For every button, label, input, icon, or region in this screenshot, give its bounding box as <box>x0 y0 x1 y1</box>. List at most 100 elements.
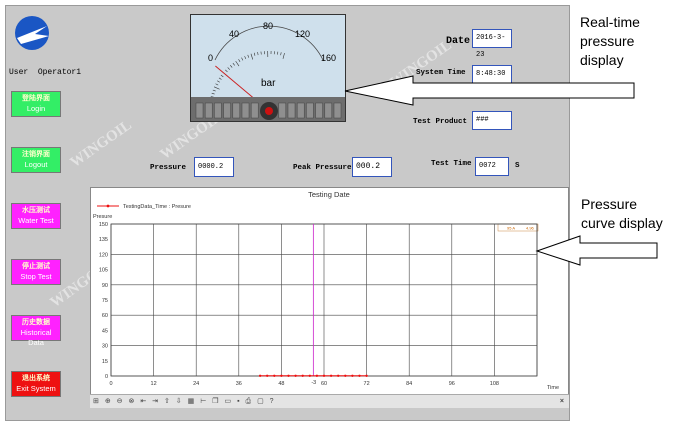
gauge-tick <box>225 69 228 73</box>
chart-readout-value: 4.96 <box>526 226 535 231</box>
y-tick-label: 90 <box>102 283 108 289</box>
gauge-tick <box>211 92 215 95</box>
data-point <box>351 374 354 377</box>
open-icon[interactable]: ▭ <box>225 397 232 405</box>
x-tick-label: 96 <box>449 381 455 387</box>
gauge-tick <box>218 77 222 80</box>
y-tick-label: 105 <box>99 268 108 274</box>
test-product-field[interactable]: ### <box>472 111 512 130</box>
test-time-unit: S <box>515 162 520 170</box>
system-time-label: System Time <box>416 69 466 77</box>
gauge-slot <box>296 102 305 119</box>
marker-icon[interactable]: ⇩ <box>176 397 182 405</box>
pressure-field: 0000.2 <box>194 157 234 177</box>
wingoil-logo-icon <box>15 16 49 50</box>
pan-left-icon[interactable]: ⇤ <box>140 397 146 405</box>
x-tick-label: 24 <box>193 381 199 387</box>
gauge-slot <box>306 102 314 119</box>
gauge-slot <box>232 102 241 119</box>
data-point <box>287 374 290 377</box>
annotation-realtime: Real-time pressure display <box>580 13 640 70</box>
axis-icon[interactable]: ⊢ <box>200 397 206 405</box>
zoom-reset-icon[interactable]: ⊗ <box>128 397 134 405</box>
zoom-fit-icon[interactable]: ⊞ <box>93 397 99 405</box>
chart-toolbar: ⊞ ⊕ ⊖ ⊗ ⇤ ⇥ ⇧ ⇩ ▦ ⊢ ❐ ▭ ▪ ⎙ ▢ ? × <box>90 394 569 408</box>
pressure-gauge: 0 40 80 120 160 bar <box>190 14 346 122</box>
data-point <box>337 374 340 377</box>
data-point <box>266 374 269 377</box>
data-point <box>344 374 347 377</box>
gauge-tick <box>241 57 244 61</box>
gauge-tick-label: 160 <box>321 53 336 63</box>
gauge-tick <box>220 74 224 78</box>
gauge-slot <box>315 102 323 119</box>
login-button[interactable]: 登陆界面 Login <box>11 91 61 117</box>
data-point <box>365 374 368 377</box>
close-icon[interactable]: × <box>560 398 564 405</box>
stop-test-button[interactable]: 停止测试 Stop Test <box>11 259 61 285</box>
gauge-slot <box>195 102 204 119</box>
user-info: User Operator1 <box>9 68 81 77</box>
x-tick-label: 36 <box>236 381 242 387</box>
y-tick-label: 150 <box>99 222 108 228</box>
data-point <box>273 374 276 377</box>
gauge-tick <box>215 83 219 86</box>
x-tick-label: 72 <box>364 381 370 387</box>
gauge-tick <box>282 52 285 59</box>
gauge-tick <box>244 56 247 60</box>
gauge-slot <box>324 102 333 119</box>
gauge-tick <box>247 54 250 58</box>
copy-icon[interactable]: ❐ <box>212 397 218 405</box>
gauge-tick <box>212 89 216 92</box>
peak-pressure-label: Peak Pressure <box>293 164 352 172</box>
date-label: Date <box>446 36 471 47</box>
logout-button[interactable]: 注销界面 Logout <box>11 147 61 173</box>
y-tick-label: 0 <box>105 374 108 380</box>
gauge-tick <box>213 86 220 90</box>
chart-canvas: Testing Date TestingData_Time : Presure … <box>93 190 559 391</box>
table-icon[interactable]: ▦ <box>188 397 195 405</box>
gauge-tick-label: 0 <box>208 53 213 63</box>
data-point <box>301 374 304 377</box>
water-test-button[interactable]: 水压测试 Water Test <box>11 203 61 229</box>
data-point <box>315 374 319 377</box>
gauge-tick <box>230 65 233 68</box>
main-panel: WINGOIL WINGOIL WINGOIL WINGOIL WINGOIL … <box>5 5 570 421</box>
pan-right-icon[interactable]: ⇥ <box>152 397 158 405</box>
print-icon[interactable]: ⎙ <box>246 398 252 406</box>
save-icon[interactable]: ▪ <box>237 398 239 405</box>
chart-legend: TestingData_Time : Presure <box>123 204 191 210</box>
cursor-icon[interactable]: ⇧ <box>164 397 170 405</box>
test-product-label: Test Product <box>413 118 468 126</box>
y-tick-label: 45 <box>102 328 108 334</box>
x-tick-label: 108 <box>490 381 499 387</box>
gauge-tick <box>257 52 259 56</box>
gauge-tick <box>250 53 254 60</box>
gauge-tick <box>217 80 220 83</box>
zoom-in-icon[interactable]: ⊕ <box>105 397 111 405</box>
data-point <box>322 374 326 377</box>
gauge-slot <box>223 102 231 119</box>
gauge-tick-label: 40 <box>229 29 239 39</box>
gauge-slot <box>278 102 287 119</box>
exit-system-button[interactable]: 退出系统 Exit System <box>11 371 61 397</box>
chart-readout-label: 95 A <box>507 226 515 231</box>
zoom-out-icon[interactable]: ⊖ <box>117 397 123 405</box>
gauge-tick <box>235 60 240 67</box>
help-icon[interactable]: ? <box>270 398 274 405</box>
annotation-curve-text: Pressure curve display <box>581 196 663 231</box>
test-time-label: Test Time <box>431 160 472 168</box>
y-tick-label: 30 <box>102 344 108 350</box>
gauge-tick-label: 120 <box>295 29 310 39</box>
preview-icon[interactable]: ▢ <box>257 397 264 405</box>
legend-marker <box>106 204 110 208</box>
data-point <box>294 374 297 377</box>
gauge-slot <box>241 102 250 119</box>
data-point <box>280 374 283 377</box>
data-point <box>329 374 333 377</box>
historical-data-button[interactable]: 历史数据 Historical Data <box>11 315 61 347</box>
y-tick-label: 15 <box>102 359 108 365</box>
gauge-tick <box>232 62 235 66</box>
watermark: WINGOIL <box>67 117 135 171</box>
system-time-field: 8:48:30 <box>472 65 512 84</box>
